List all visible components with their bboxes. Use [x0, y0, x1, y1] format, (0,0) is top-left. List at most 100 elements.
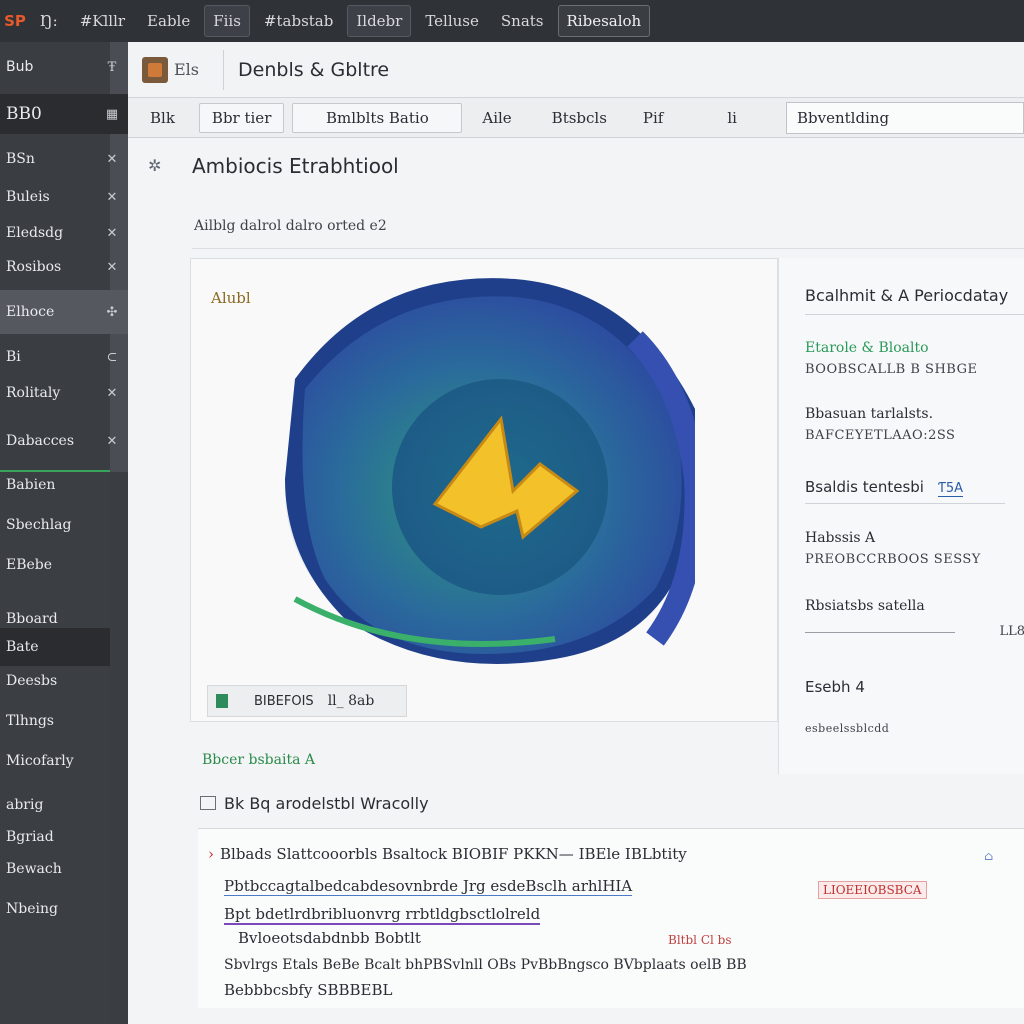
- tab-4[interactable]: Aile: [470, 103, 523, 133]
- search-input[interactable]: Bbventlding: [786, 102, 1024, 134]
- close-icon[interactable]: ✕: [104, 226, 120, 241]
- property-key: Habssis A: [805, 530, 876, 546]
- sidebar-item-bsn[interactable]: BSn ✕: [0, 140, 128, 178]
- top-menu-item-3[interactable]: Eable: [139, 6, 198, 36]
- log-text: Bpt bdetlrdbribluonvrg rrbtldgbsctlolrel…: [224, 905, 541, 925]
- log-text: Bebbbcsbfy SBBBEBL: [224, 981, 393, 999]
- top-tab-2[interactable]: #tabstab: [256, 6, 341, 36]
- sidebar-item-label: BSn: [6, 151, 35, 167]
- search-icon[interactable]: ⊂: [104, 350, 120, 365]
- sidebar-lower-item[interactable]: Sbechlag: [0, 506, 110, 544]
- project-avatar[interactable]: [142, 56, 168, 83]
- settings-icon: ✲: [148, 156, 162, 175]
- close-icon[interactable]: ✕: [104, 434, 120, 449]
- close-icon[interactable]: ✕: [104, 190, 120, 205]
- property-row[interactable]: Esebh 4 esbeelssblcdd: [805, 678, 1024, 735]
- log-line[interactable]: Pbtbccagtalbedcabdesovnbrde Jrg esdeBscl…: [224, 877, 633, 896]
- property-row[interactable]: Rbsiatsbs satella LL8: [805, 598, 1024, 639]
- log-line[interactable]: Bebbbcsbfy SBBBEBL: [224, 981, 392, 999]
- sidebar-item-elhoce[interactable]: Elhoce ✣: [0, 290, 128, 334]
- grid-icon[interactable]: ▦: [104, 107, 120, 122]
- sidebar-item-eledsdg[interactable]: Eledsdg ✕: [0, 214, 128, 252]
- sidebar-lower-item[interactable]: Bate: [0, 628, 110, 666]
- top-tab-active[interactable]: Ribesaloh: [557, 5, 651, 37]
- status-badge[interactable]: LIOEEIOBSBCA: [818, 881, 927, 899]
- app-logo[interactable]: SP: [4, 10, 26, 32]
- property-value: LL8: [999, 624, 1024, 639]
- property-row[interactable]: Etarole & Bloalto BOOBSCALLB B SHBGE: [805, 340, 1024, 377]
- sidebar-item-buleis[interactable]: Buleis ✕: [0, 178, 128, 216]
- app-emblem-graphic: [285, 278, 695, 664]
- tab-1[interactable]: Blk: [138, 103, 187, 133]
- footer-label: BIBEFOIS: [254, 693, 314, 709]
- top-menu-item-2[interactable]: #Ƙlllr: [72, 6, 133, 36]
- activity-link[interactable]: Bbcer bsbaita A: [202, 752, 315, 768]
- sidebar-lower-item[interactable]: Bewach: [0, 850, 110, 888]
- sidebar-item-label: Tlhngs: [6, 713, 54, 729]
- sidebar-item-bi[interactable]: Bi ⊂: [0, 338, 128, 376]
- sidebar-lower-item[interactable]: Micofarly: [0, 742, 110, 780]
- close-icon[interactable]: ✕: [104, 386, 120, 401]
- sidebar-item-label: Rosibos: [6, 259, 62, 275]
- sidebar-lower-item[interactable]: EBebe: [0, 546, 110, 584]
- sidebar-item-bb0[interactable]: BB0 ▦: [0, 94, 128, 134]
- sidebar-lower-item[interactable]: Babien: [0, 466, 110, 504]
- top-tab-1[interactable]: Fiis: [204, 5, 250, 37]
- property-divider: [805, 503, 1005, 504]
- sidebar-item-label: Babien: [6, 477, 56, 493]
- property-badge[interactable]: Ƭ5A: [937, 481, 964, 497]
- tab-5[interactable]: Btsbcls: [540, 103, 619, 133]
- sidebar-lower-item[interactable]: Tlhngs: [0, 702, 110, 740]
- sidebar-item-rolitaly[interactable]: Rolitaly ✕: [0, 374, 128, 412]
- sidebar-top-item[interactable]: Bub Ŧ: [0, 48, 128, 86]
- pin-icon[interactable]: Ŧ: [104, 60, 120, 75]
- sidebar-item-label: Bewach: [6, 861, 62, 877]
- top-tab-3[interactable]: Ildebr: [347, 5, 412, 37]
- tab-2[interactable]: Bbr tier: [198, 102, 285, 133]
- log-line[interactable]: Sbvlrgs Etals BeBe Bcalt bhPBSvlnll OBs …: [224, 957, 747, 973]
- status-note: Bltbl Cl bs: [668, 933, 732, 947]
- sidebar-item-label: Micofarly: [6, 753, 74, 769]
- tab-3[interactable]: Bmlblts Batio: [292, 102, 463, 133]
- sidebar-item-label: Buleis: [6, 189, 50, 205]
- preview-card: Alubl BIBEFOIS ll_ 8ab: [190, 258, 778, 722]
- card-footer[interactable]: BIBEFOIS ll_ 8ab: [207, 685, 407, 717]
- top-tab-4[interactable]: Telluse: [417, 6, 487, 36]
- sidebar: Bub Ŧ BB0 ▦ BSn ✕ Buleis ✕ Eledsdg ✕ Ros…: [0, 42, 128, 1024]
- property-row[interactable]: Bsaldis tentesbi Ƭ5A: [805, 478, 1024, 504]
- log-line[interactable]: › Blbads Slattcooorbls Bsaltock BIOBIF PK…: [208, 845, 687, 863]
- top-menu-item-1[interactable]: Ŋ:: [32, 6, 66, 36]
- sidebar-lower-item[interactable]: Deesbs: [0, 662, 110, 700]
- property-row[interactable]: Habssis A PREOBCCRBOOS SESSY: [805, 530, 1024, 567]
- property-value: BOOBSCALLB B SHBGE: [805, 362, 978, 377]
- sidebar-item-rosibos[interactable]: Rosibos ✕: [0, 248, 128, 286]
- top-bar: SP Ŋ: #Ƙlllr Eable Fiis #tabstab Ildebr …: [0, 0, 1024, 42]
- property-row[interactable]: Bbasuan tarlalsts. BAFCEYETLAAO:2SS: [805, 406, 1024, 443]
- header-divider: [223, 49, 225, 90]
- log-line[interactable]: Bvloeotsdabdnbb Bobtlt: [238, 929, 421, 947]
- main-content: ✲ Ambiocis Etrabhtiool Ailblg dalrol dal…: [128, 138, 1024, 1024]
- header-subtitle: Els: [174, 60, 200, 79]
- tab-7[interactable]: li: [715, 103, 749, 133]
- sidebar-item-dabacces[interactable]: Dabacces ✕: [0, 422, 128, 460]
- activity-log: › Blbads Slattcooorbls Bsaltock BIOBIF PK…: [198, 828, 1024, 1008]
- sidebar-item-label: EBebe: [6, 557, 53, 573]
- checkbox-icon[interactable]: [200, 796, 216, 810]
- sidebar-item-label: Bub: [6, 59, 34, 75]
- page-header: Els Denbls & Gbltre: [128, 42, 1024, 98]
- log-line[interactable]: Bpt bdetlrdbribluonvrg rrbtldgbsctlolrel…: [224, 905, 541, 925]
- close-icon[interactable]: ✕: [104, 152, 120, 167]
- sidebar-item-label: Rolitaly: [6, 385, 61, 401]
- top-tab-5[interactable]: Snats: [493, 6, 552, 36]
- footer-value: ll_ 8ab: [327, 693, 375, 709]
- sidebar-item-label: Nbeing: [6, 901, 58, 917]
- log-text: Sbvlrgs Etals BeBe Bcalt bhPBSvlnll OBs …: [224, 957, 747, 973]
- sidebar-item-label: Deesbs: [6, 673, 58, 689]
- move-icon[interactable]: ✣: [104, 305, 120, 320]
- sidebar-lower-item[interactable]: Nbeing: [0, 890, 110, 928]
- property-value: PREOBCCRBOOS SESSY: [805, 552, 981, 567]
- properties-panel: Bcalhmit & A Periocdatay Etarole & Bloal…: [778, 258, 1024, 774]
- tab-6[interactable]: Pif: [631, 103, 675, 133]
- close-icon[interactable]: ✕: [104, 260, 120, 275]
- home-icon[interactable]: ⌂: [984, 849, 993, 863]
